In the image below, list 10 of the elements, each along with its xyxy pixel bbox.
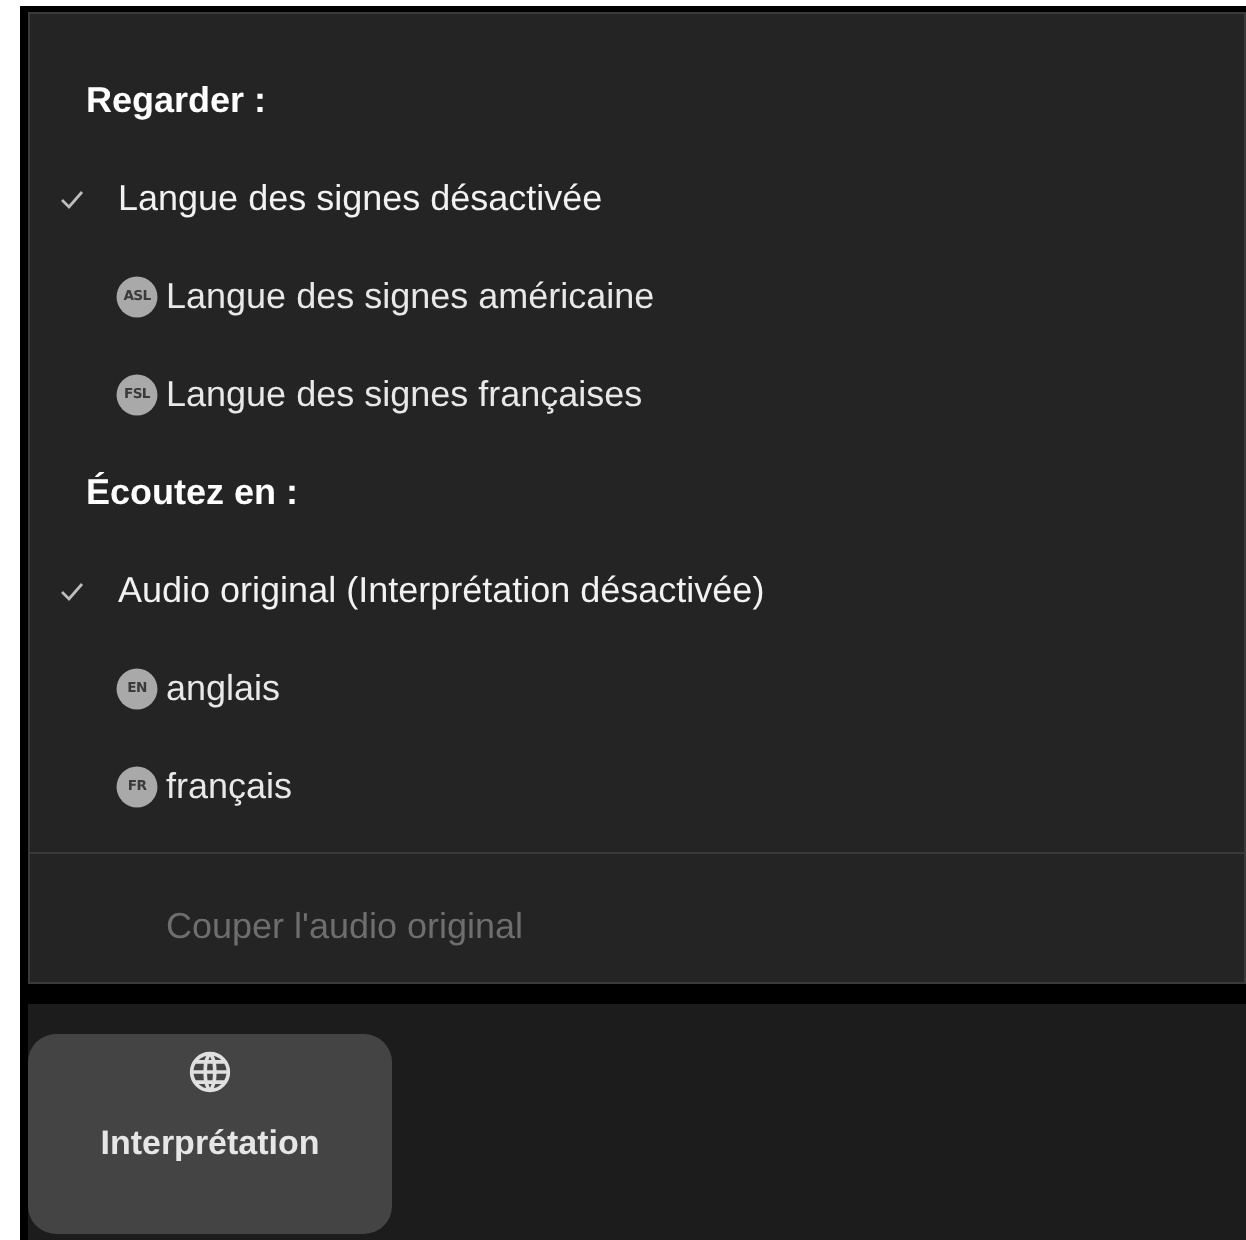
section-heading: Écoutez en : — [86, 470, 299, 516]
menu-item[interactable]: Audio original (Interprétation désactivée) — [118, 564, 765, 618]
globe-icon — [188, 1050, 232, 1094]
menu-item[interactable]: Langue des signes américaine — [166, 270, 655, 324]
menu-item[interactable]: Langue des signes françaises — [166, 368, 643, 422]
section-heading: Regarder : — [86, 78, 267, 124]
menu-item[interactable]: français — [166, 760, 293, 814]
toolbar-button[interactable]: Interprétation — [28, 1034, 392, 1234]
menu-item[interactable]: anglais — [166, 662, 281, 716]
menu-item[interactable]: Langue des signes désactivée — [118, 172, 603, 226]
